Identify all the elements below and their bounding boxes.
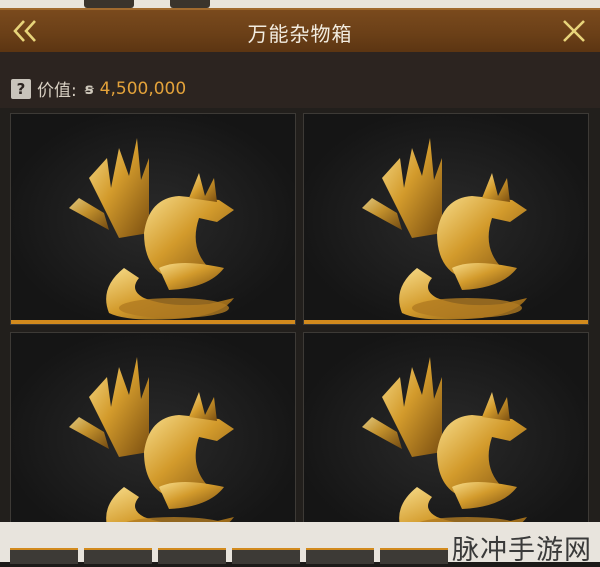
close-button[interactable] [556,14,592,48]
item-slot[interactable] [303,113,589,325]
value-amount: 4,500,000 [99,78,187,99]
help-icon[interactable]: ? [11,78,31,99]
golden-dragon-icon [362,357,527,539]
top-strip [0,0,600,8]
watermark: 脉冲手游网 [452,535,592,566]
slot-divider [11,320,295,324]
golden-dragon-icon [69,357,234,539]
window-title: 万能杂物箱 [247,22,353,46]
item-slot[interactable] [303,332,589,544]
value-label: 价值: [37,81,77,101]
golden-dragon-icon [69,138,234,320]
golden-dragon-icon [362,138,527,320]
title-bar: 万能杂物箱 [0,8,600,52]
slot-divider [304,320,588,324]
value-bar: ? 价值: ꞩ 4,500,000 [0,52,600,108]
close-icon [563,20,585,42]
value-row: ? 价值: ꞩ 4,500,000 [11,76,186,101]
item-slot[interactable] [10,332,296,544]
coin-icon: ꞩ [84,79,94,98]
item-slot[interactable] [10,113,296,325]
